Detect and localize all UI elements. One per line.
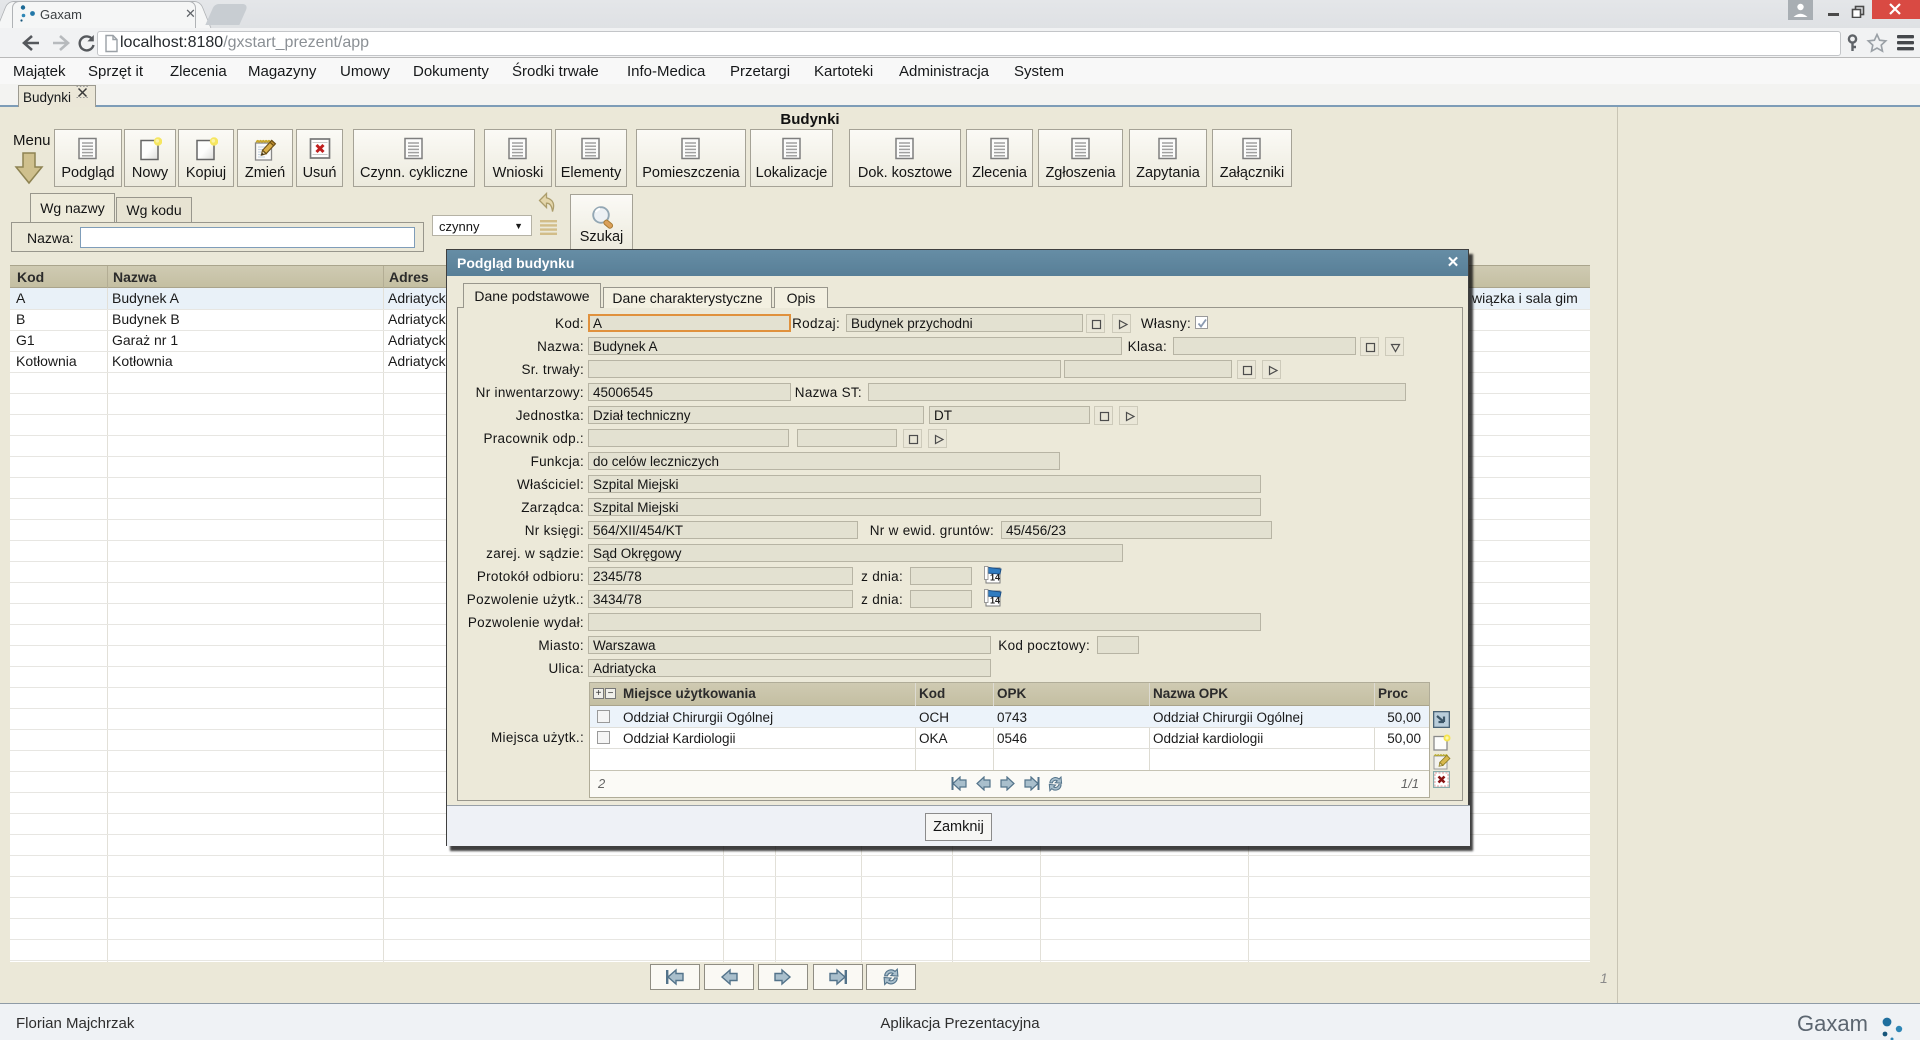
svg-text:14: 14 [990, 596, 1000, 606]
svg-text:14: 14 [990, 573, 1000, 583]
svg-text:Gaxam: Gaxam [1797, 1011, 1868, 1036]
